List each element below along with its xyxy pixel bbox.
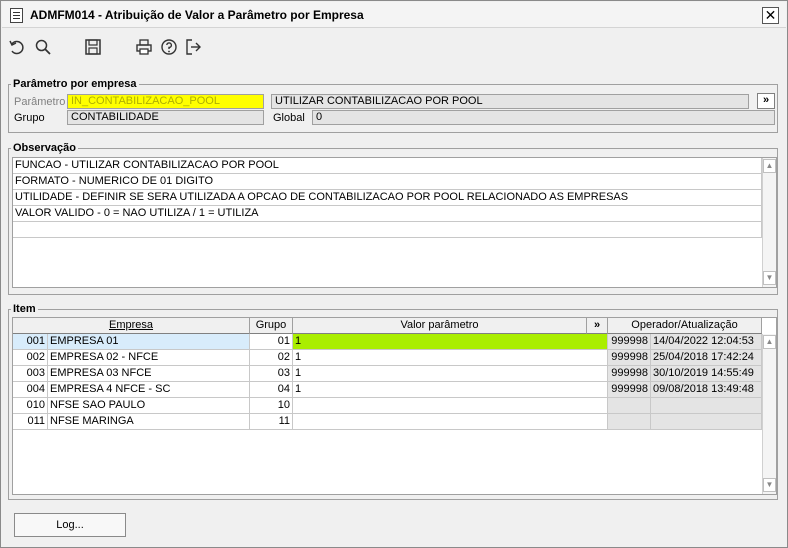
- observacao-scrollbar[interactable]: ▲ ▼: [762, 158, 776, 287]
- cell-atualizacao: 30/10/2019 14:55:49: [651, 366, 762, 382]
- column-header-valor[interactable]: Valor parâmetro: [293, 318, 587, 334]
- scroll-up-icon[interactable]: ▲: [763, 335, 776, 349]
- cell-valor[interactable]: 1: [293, 334, 608, 350]
- close-icon[interactable]: ✕: [765, 7, 777, 23]
- cell-empresa[interactable]: EMPRESA 02 - NFCE: [48, 350, 250, 366]
- observacao-line: UTILIDADE - DEFINIR SE SERA UTILIZADA A …: [13, 190, 762, 206]
- cell-valor[interactable]: [293, 414, 608, 430]
- toolbar: [7, 37, 407, 59]
- grupo-label: Grupo: [14, 112, 45, 124]
- parametro-description: UTILIZAR CONTABILIZACAO POR POOL: [271, 94, 749, 109]
- save-icon[interactable]: [83, 37, 103, 57]
- column-header-grupo[interactable]: Grupo: [250, 318, 293, 334]
- column-header-operador[interactable]: Operador/Atualização: [608, 318, 762, 334]
- log-button[interactable]: Log...: [14, 513, 126, 537]
- cell-operador: [608, 398, 651, 414]
- valor-more-button[interactable]: »: [587, 318, 608, 334]
- cell-operador: 999998: [608, 382, 651, 398]
- cell-grupo[interactable]: 02: [250, 350, 293, 366]
- cell-grupo[interactable]: 03: [250, 366, 293, 382]
- window-title: ADMFM014 - Atribuição de Valor a Parâmet…: [30, 8, 364, 22]
- cell-empresa[interactable]: NFSE SAO PAULO: [48, 398, 250, 414]
- main-window: ADMFM014 - Atribuição de Valor a Parâmet…: [0, 0, 788, 548]
- observacao-legend: Observação: [13, 142, 76, 154]
- cell-empresa[interactable]: EMPRESA 01: [48, 334, 250, 350]
- cell-operador: 999998: [608, 350, 651, 366]
- cell-operador: 999998: [608, 366, 651, 382]
- global-label: Global: [273, 112, 305, 124]
- cell-valor[interactable]: [293, 398, 608, 414]
- item-scrollbar[interactable]: ▲ ▼: [762, 334, 776, 494]
- observacao-line: [13, 222, 762, 238]
- column-header-empresa[interactable]: Empresa: [13, 318, 250, 334]
- cell-code[interactable]: 011: [13, 414, 48, 430]
- cell-grupo[interactable]: 01: [250, 334, 293, 350]
- cell-grupo[interactable]: 10: [250, 398, 293, 414]
- parametro-legend: Parâmetro por empresa: [13, 78, 137, 90]
- global-field: 0: [312, 110, 775, 125]
- cell-valor[interactable]: 1: [293, 382, 608, 398]
- help-icon[interactable]: [159, 37, 179, 57]
- cell-valor[interactable]: 1: [293, 366, 608, 382]
- cell-empresa[interactable]: EMPRESA 4 NFCE - SC: [48, 382, 250, 398]
- cell-atualizacao: 09/08/2018 13:49:48: [651, 382, 762, 398]
- observacao-line: FUNCAO - UTILIZAR CONTABILIZACAO POR POO…: [13, 158, 762, 174]
- cell-grupo[interactable]: 11: [250, 414, 293, 430]
- cell-code[interactable]: 010: [13, 398, 48, 414]
- title-bar: ADMFM014 - Atribuição de Valor a Parâmet…: [2, 2, 786, 28]
- scroll-down-icon[interactable]: ▼: [763, 271, 776, 285]
- cell-atualizacao: [651, 398, 762, 414]
- close-button[interactable]: ✕: [762, 7, 779, 24]
- document-icon: [10, 8, 23, 23]
- cell-operador: [608, 414, 651, 430]
- cell-code[interactable]: 004: [13, 382, 48, 398]
- grupo-field: CONTABILIDADE: [67, 110, 264, 125]
- exit-icon[interactable]: [183, 37, 203, 57]
- scroll-up-icon[interactable]: ▲: [763, 159, 776, 173]
- parametro-label: Parâmetro: [14, 96, 66, 108]
- item-legend: Item: [13, 303, 36, 315]
- cell-empresa[interactable]: NFSE MARINGA: [48, 414, 250, 430]
- print-icon[interactable]: [134, 37, 154, 57]
- column-header-empresa-label: Empresa: [108, 319, 154, 331]
- cell-atualizacao: [651, 414, 762, 430]
- observacao-line: VALOR VALIDO - 0 = NAO UTILIZA / 1 = UTI…: [13, 206, 762, 222]
- cell-grupo[interactable]: 04: [250, 382, 293, 398]
- cell-atualizacao: 14/04/2022 12:04:53: [651, 334, 762, 350]
- item-grid: Empresa Grupo Valor parâmetro » Operador…: [12, 317, 777, 495]
- cell-code[interactable]: 003: [13, 366, 48, 382]
- parametro-field[interactable]: IN_CONTABILIZACAO_POOL: [67, 94, 264, 109]
- observacao-memo[interactable]: FUNCAO - UTILIZAR CONTABILIZACAO POR POO…: [12, 157, 777, 288]
- scroll-down-icon[interactable]: ▼: [763, 478, 776, 492]
- cell-valor[interactable]: 1: [293, 350, 608, 366]
- parametro-more-button[interactable]: »: [757, 93, 775, 109]
- cell-operador: 999998: [608, 334, 651, 350]
- cell-code[interactable]: 001: [13, 334, 48, 350]
- cell-code[interactable]: 002: [13, 350, 48, 366]
- cell-atualizacao: 25/04/2018 17:42:24: [651, 350, 762, 366]
- undo-icon[interactable]: [7, 37, 27, 57]
- search-icon[interactable]: [33, 37, 53, 57]
- observacao-line: FORMATO - NUMERICO DE 01 DIGITO: [13, 174, 762, 190]
- cell-empresa[interactable]: EMPRESA 03 NFCE: [48, 366, 250, 382]
